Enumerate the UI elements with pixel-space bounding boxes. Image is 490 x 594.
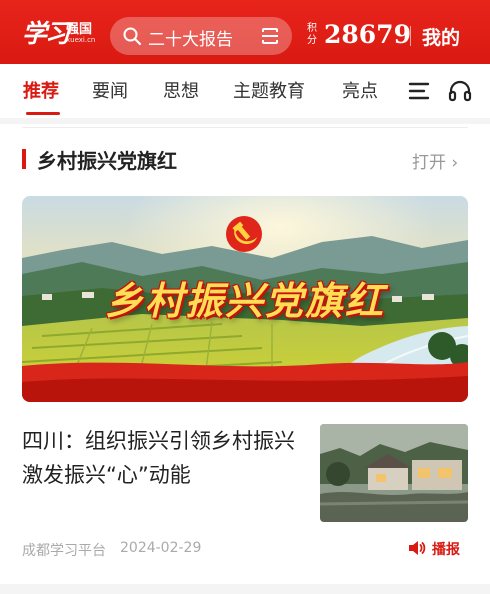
divider <box>22 127 468 128</box>
headphone-icon[interactable] <box>448 79 472 103</box>
search-bar[interactable]: 二十大报告 <box>110 17 292 55</box>
header-divider <box>410 26 411 46</box>
article-title[interactable]: 四川：组织振兴引领乡村振兴 激发振兴“心”动能 <box>22 424 306 492</box>
banner-title: 乡村振兴党旗红 <box>104 278 385 323</box>
article-source: 成都学习平台 <box>22 543 106 559</box>
bottom-divider <box>0 584 490 594</box>
tab-theme-education[interactable]: 主题教育 <box>233 77 305 103</box>
party-emblem-icon <box>226 216 262 252</box>
tabs-divider <box>0 118 490 124</box>
scan-icon[interactable] <box>260 26 280 46</box>
open-link[interactable]: 打开 › <box>412 148 458 173</box>
thumbnail-image <box>320 424 468 522</box>
section-accent-bar <box>22 149 26 169</box>
logo-sub: 强国 <box>66 22 93 37</box>
play-button[interactable]: 播报 <box>432 539 460 559</box>
article-date: 2024-02-29 <box>120 540 202 556</box>
mine-button[interactable]: 我的 <box>422 23 460 50</box>
points-label: 积分 <box>307 23 317 46</box>
tab-news[interactable]: 要闻 <box>92 77 128 103</box>
logo-text: 学习 <box>22 19 70 48</box>
search-placeholder: 二十大报告 <box>148 30 233 50</box>
article-thumbnail[interactable] <box>320 424 468 522</box>
tab-recommend[interactable]: 推荐 <box>23 77 59 103</box>
channel-tabs: 推荐 要闻 思想 主题教育 亮点 <box>0 64 490 118</box>
speaker-icon[interactable] <box>408 540 426 556</box>
logo-url: xuexi.cn <box>66 36 96 44</box>
tab-thought[interactable]: 思想 <box>163 77 199 103</box>
menu-icon[interactable] <box>408 80 430 102</box>
tab-highlights[interactable]: 亮点 <box>342 77 378 103</box>
topic-banner[interactable]: 乡村振兴党旗红 <box>22 196 468 402</box>
section-title: 乡村振兴党旗红 <box>37 149 177 173</box>
active-tab-indicator <box>26 112 60 115</box>
search-icon <box>123 27 142 46</box>
top-header: 学习 强国 xuexi.cn 二十大报告 积分 28679 我的 <box>0 0 490 64</box>
points-value[interactable]: 28679 <box>324 20 411 49</box>
